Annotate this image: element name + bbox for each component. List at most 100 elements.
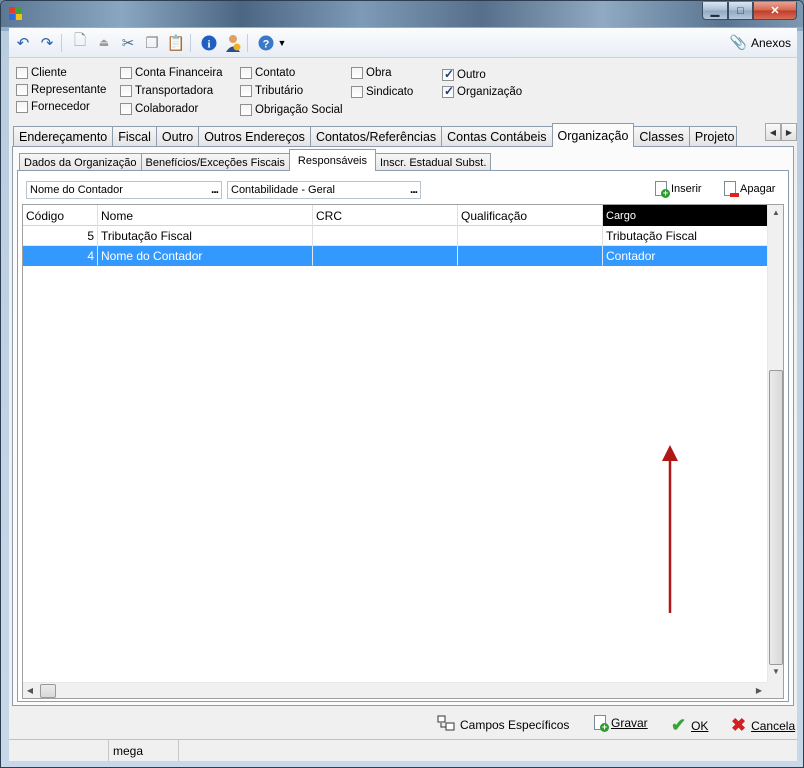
tab-fiscal[interactable]: Fiscal (112, 126, 157, 147)
checkbox-box[interactable] (240, 85, 252, 97)
checkbox-box[interactable] (16, 101, 28, 113)
tab-outro[interactable]: Outro (155, 126, 200, 147)
organizacao-tab-panel: Dados da Organização Benefícios/Exceções… (12, 146, 794, 706)
tab-responsaveis[interactable]: Responsáveis (288, 149, 376, 171)
copy-icon[interactable]: ❐ (142, 33, 162, 53)
cancela-button[interactable]: ✖ Cancela (731, 715, 795, 736)
cut-icon[interactable]: ✂ (118, 33, 138, 53)
insert-button[interactable]: + Inserir (655, 181, 702, 198)
paste-icon[interactable]: 📋 (166, 33, 186, 53)
redo-icon[interactable]: ↷ (37, 33, 57, 53)
info-icon[interactable]: i (199, 33, 219, 53)
tab-enderecamento[interactable]: Endereçamento (13, 126, 114, 147)
user-icon[interactable] (223, 33, 243, 53)
checkbox-transportadora[interactable]: Transportadora (120, 85, 213, 97)
checkbox-box[interactable] (351, 67, 363, 79)
scroll-up-icon[interactable]: ▲ (768, 208, 783, 217)
checkbox-cliente[interactable]: Cliente (16, 67, 67, 79)
cell-nome[interactable]: Tributação Fiscal (98, 226, 313, 246)
vertical-scroll-thumb[interactable] (769, 370, 783, 665)
table-row[interactable]: 5 Tributação Fiscal Tributação Fiscal (23, 226, 768, 246)
checkbox-box[interactable] (120, 103, 132, 115)
checkbox-representante[interactable]: Representante (16, 84, 106, 96)
checkbox-organizacao[interactable]: Organização (442, 84, 522, 98)
dropdown-arrow-icon[interactable]: ▼ (277, 33, 287, 53)
tab-dados-da-organizacao[interactable]: Dados da Organização (19, 153, 142, 171)
contador-lookup-value: Nome do Contador (30, 184, 123, 196)
checkbox-box-checked[interactable] (442, 67, 454, 81)
tab-projeto[interactable]: Projeto (688, 126, 738, 147)
cell-crc[interactable] (313, 226, 458, 246)
column-header-codigo[interactable]: Código (23, 205, 98, 226)
contador-lookup-ellipsis-button[interactable]: ... (211, 182, 219, 196)
table-row-selected[interactable]: 4 Nome do Contador Contador (23, 246, 768, 266)
scroll-down-icon[interactable]: ▼ (768, 667, 783, 676)
checkbox-fornecedor[interactable]: Fornecedor (16, 101, 90, 113)
tab-scroll-left-icon[interactable]: ◀ (765, 123, 781, 141)
cell-codigo[interactable]: 4 (23, 246, 98, 266)
tab-inscr-estadual-subst[interactable]: Inscr. Estadual Subst. (375, 153, 492, 171)
checkbox-contato[interactable]: Contato (240, 67, 295, 79)
new-document-icon[interactable]: 🗋 (70, 32, 90, 53)
checkbox-sindicato[interactable]: Sindicato (351, 86, 413, 98)
cell-nome[interactable]: Nome do Contador (98, 246, 313, 266)
contabilidade-lookup-ellipsis-button[interactable]: ... (410, 182, 418, 196)
cell-crc[interactable] (313, 246, 458, 266)
maximize-button[interactable]: □ (728, 2, 753, 20)
tab-scroll-right-icon[interactable]: ▶ (781, 123, 797, 141)
tab-outros-enderecos[interactable]: Outros Endereços (198, 126, 311, 147)
column-header-nome[interactable]: Nome (98, 205, 313, 226)
scroll-left-icon[interactable]: ◀ (25, 686, 35, 695)
minimize-button[interactable]: ▁ (702, 2, 728, 20)
eject-icon[interactable]: ⏏ (94, 33, 114, 53)
scroll-right-icon[interactable]: ▶ (754, 686, 764, 695)
cell-cargo[interactable]: Contador (603, 246, 768, 266)
tab-contatos-referencias[interactable]: Contatos/Referências (309, 126, 443, 147)
grid-header: Código Nome CRC Qualificação Cargo (23, 205, 768, 226)
delete-button[interactable]: Apagar (724, 181, 775, 197)
tab-contas-contabeis[interactable]: Contas Contábeis (441, 126, 553, 147)
checkbox-box[interactable] (120, 85, 132, 97)
help-icon[interactable]: ? (256, 33, 276, 53)
tab-beneficios-excecoes-fiscais[interactable]: Benefícios/Exceções Fiscais (140, 153, 290, 171)
campos-especificos-button[interactable]: Campos Específicos (437, 715, 569, 734)
horizontal-scrollbar[interactable]: ◀ ▶ (23, 682, 768, 698)
ok-button[interactable]: ✔ OK (671, 715, 708, 736)
title-bar[interactable]: ▁ □ ✕ (1, 1, 803, 27)
checkbox-box[interactable] (240, 104, 252, 116)
cell-qualificacao[interactable] (458, 246, 603, 266)
gravar-label: Gravar (611, 715, 648, 730)
undo-icon[interactable]: ↶ (13, 33, 33, 53)
column-header-crc[interactable]: CRC (313, 205, 458, 226)
checkbox-colaborador[interactable]: Colaborador (120, 103, 198, 115)
cell-cargo[interactable]: Tributação Fiscal (603, 226, 768, 246)
checkbox-tributario[interactable]: Tributário (240, 85, 303, 97)
contabilidade-lookup-field[interactable]: Contabilidade - Geral ... (227, 181, 421, 199)
checkbox-conta-financeira[interactable]: Conta Financeira (120, 67, 223, 79)
tab-classes[interactable]: Classes (633, 126, 690, 147)
checkbox-obrigacao-social[interactable]: Obrigação Social (240, 104, 343, 116)
column-header-cargo[interactable]: Cargo (603, 205, 768, 226)
checkbox-obra[interactable]: Obra (351, 67, 392, 79)
contador-lookup-field[interactable]: Nome do Contador ... (26, 181, 222, 199)
column-header-qualificacao[interactable]: Qualificação (458, 205, 603, 226)
check-icon: ✔ (671, 715, 687, 735)
anexos-button[interactable]: 📎 Anexos (730, 34, 791, 51)
checkbox-outro[interactable]: Outro (442, 67, 486, 81)
toolbar-separator (247, 33, 248, 52)
checkbox-box[interactable] (120, 67, 132, 79)
checkbox-box[interactable] (351, 86, 363, 98)
gravar-button[interactable]: + Gravar (594, 715, 648, 732)
close-button[interactable]: ✕ (753, 2, 797, 20)
checkbox-box-checked[interactable] (442, 84, 454, 98)
checkbox-box[interactable] (240, 67, 252, 79)
fields-icon (437, 715, 455, 734)
checkbox-box[interactable] (16, 67, 28, 79)
cell-codigo[interactable]: 5 (23, 226, 98, 246)
cell-qualificacao[interactable] (458, 226, 603, 246)
contabilidade-lookup-value: Contabilidade - Geral (231, 184, 335, 196)
checkbox-box[interactable] (16, 84, 28, 96)
vertical-scrollbar[interactable]: ▲ ▼ (767, 205, 783, 682)
horizontal-scroll-thumb[interactable] (40, 684, 56, 698)
tab-organizacao[interactable]: Organização (551, 123, 635, 147)
